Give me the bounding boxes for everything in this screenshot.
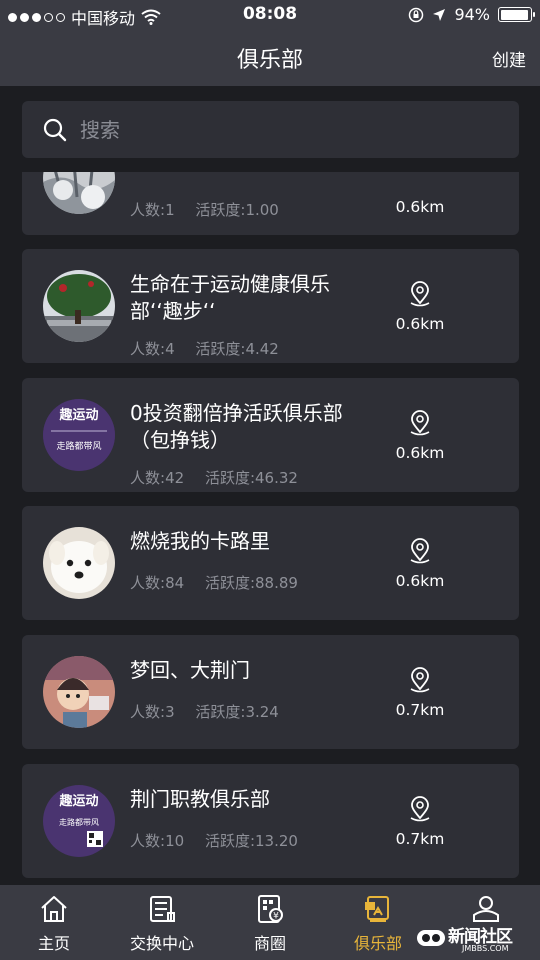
club-avatar: 趣运动 走路都带风 — [43, 785, 115, 857]
exchange-center-icon — [150, 896, 175, 922]
club-distance: 0.6km — [395, 572, 445, 590]
club-avatar — [43, 172, 115, 214]
club-name: 燃烧我的卡路里 — [130, 529, 270, 553]
rotation-lock-icon — [409, 7, 424, 22]
club-card[interactable]: 人数:1 活跃度:1.00 0.6km — [22, 172, 519, 235]
location-pin-icon — [410, 538, 430, 564]
watermark-logo-icon — [417, 930, 445, 946]
tab-home[interactable]: 主页 — [0, 885, 108, 960]
navigation-bar: 俱乐部 创建 — [0, 30, 540, 86]
svg-text:¥: ¥ — [273, 912, 279, 922]
site-watermark: 新闻社区 JMBBS.COM — [416, 922, 536, 956]
member-count: 人数:1 — [130, 201, 175, 219]
activity-score: 活跃度:1.00 — [195, 201, 279, 219]
club-card[interactable]: 燃烧我的卡路里 人数:84 活跃度:88.89 0.6km — [22, 506, 519, 620]
create-button[interactable]: 创建 — [492, 46, 526, 71]
avatar-title-text: 趣运动 — [58, 793, 98, 809]
activity-score: 活跃度:3.24 — [195, 703, 279, 721]
member-count: 人数:84 — [130, 574, 185, 592]
home-icon — [41, 896, 67, 922]
avatar-slogan-text: 走路都带风 — [59, 817, 99, 827]
status-bar: 中国移动 08:08 94% — [0, 0, 540, 30]
club-stats: 人数:1 活跃度:1.00 — [130, 199, 279, 220]
search-icon — [43, 118, 67, 142]
club-stats: 人数:84 活跃度:88.89 — [130, 572, 298, 593]
business-circle-icon: ¥ — [258, 895, 283, 923]
avatar-title-text: 趣运动 — [58, 407, 98, 423]
tab-label: 主页 — [37, 934, 70, 953]
member-count: 人数:3 — [130, 703, 175, 721]
tab-label: 商圈 — [253, 934, 286, 953]
battery-percent: 94% — [454, 5, 490, 24]
club-avatar — [43, 527, 115, 599]
club-distance: 0.7km — [395, 701, 445, 719]
activity-score: 活跃度:46.32 — [204, 469, 298, 487]
member-count: 人数:4 — [130, 340, 175, 358]
club-stats: 人数:42 活跃度:46.32 — [130, 467, 298, 488]
search-bar[interactable] — [22, 101, 519, 158]
club-distance: 0.7km — [395, 830, 445, 848]
tab-label: 交换中心 — [129, 934, 194, 953]
club-name: 0投资翻倍挣活跃俱乐部（包挣钱） — [130, 401, 343, 452]
club-distance: 0.6km — [395, 315, 445, 333]
club-name: 生命在于运动健康俱乐部‘‘趣步‘‘ — [130, 272, 330, 323]
member-count: 人数:10 — [130, 832, 185, 850]
activity-score: 活跃度:88.89 — [204, 574, 298, 592]
tab-business-circle[interactable]: ¥ 商圈 — [216, 885, 324, 960]
activity-score: 活跃度:4.42 — [195, 340, 279, 358]
club-card[interactable]: 生命在于运动健康俱乐部‘‘趣步‘‘ 人数:4 活跃度:4.42 0.6km — [22, 249, 519, 363]
tab-bar: 主页 交换中心 ¥ 商圈 俱乐部 新闻社区 JMBBS.COM — [0, 885, 540, 960]
location-arrow-icon — [433, 8, 446, 21]
club-distance: 0.6km — [395, 444, 445, 462]
club-card[interactable]: 趣运动 走路都带风 荆门职教俱乐部 人数:10 活跃度:13.20 0.7km — [22, 764, 519, 878]
club-card[interactable]: 趣运动 走路都带风 0投资翻倍挣活跃俱乐部（包挣钱） 人数:42 活跃度:46.… — [22, 378, 519, 492]
page-title: 俱乐部 — [236, 48, 303, 73]
profile-icon — [473, 896, 499, 922]
battery-icon — [498, 7, 535, 22]
activity-score: 活跃度:13.20 — [204, 832, 298, 850]
location-pin-icon — [410, 281, 430, 307]
status-right: 94% — [408, 5, 535, 24]
club-icon — [365, 896, 389, 922]
club-avatar: 趣运动 走路都带风 — [43, 399, 115, 471]
club-name: 梦回、大荆门 — [130, 658, 250, 682]
search-input[interactable] — [80, 111, 500, 149]
club-avatar — [43, 656, 115, 728]
watermark-subtext: JMBBS.COM — [462, 944, 509, 953]
tab-exchange-center[interactable]: 交换中心 — [108, 885, 216, 960]
club-distance: 0.6km — [395, 198, 445, 216]
club-card[interactable]: 梦回、大荆门 人数:3 活跃度:3.24 0.7km — [22, 635, 519, 749]
club-stats: 人数:3 活跃度:3.24 — [130, 701, 279, 722]
club-avatar — [43, 270, 115, 342]
club-stats: 人数:4 活跃度:4.42 — [130, 338, 279, 359]
club-list[interactable]: 人数:1 活跃度:1.00 0.6km 生命在于运动健康俱乐部‘‘趣步‘‘ 人数… — [0, 172, 540, 885]
club-stats: 人数:10 活跃度:13.20 — [130, 830, 298, 851]
location-pin-icon — [410, 796, 430, 822]
member-count: 人数:42 — [130, 469, 185, 487]
club-name: 荆门职教俱乐部 — [130, 787, 270, 811]
battery-fill — [500, 9, 528, 20]
location-pin-icon — [410, 410, 430, 436]
location-pin-icon — [410, 667, 430, 693]
avatar-slogan-text: 走路都带风 — [56, 440, 101, 452]
